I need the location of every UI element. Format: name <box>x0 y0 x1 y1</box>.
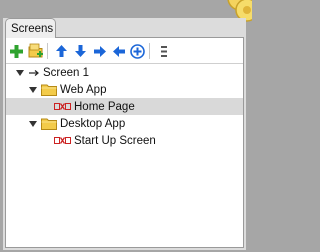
screens-toolbar <box>7 41 173 61</box>
move-down-button[interactable] <box>71 42 90 61</box>
tree-node-label: Desktop App <box>60 117 126 130</box>
tree-node-home-page[interactable]: Home Page <box>6 98 243 115</box>
tree-node-label: Start Up Screen <box>74 134 156 147</box>
folder-icon <box>41 117 57 130</box>
move-right-button[interactable] <box>90 42 109 61</box>
arrow-right-icon <box>93 45 106 57</box>
move-left-button[interactable] <box>109 42 128 61</box>
screens-tree: Screen 1 Web App Home Page Desktop App S… <box>6 64 243 149</box>
screens-panel-window: Screens Screen 1 Web App Home Page Deskt… <box>0 0 252 252</box>
toolbar-separator <box>47 43 48 59</box>
add-screen-button[interactable] <box>7 42 26 61</box>
tree-node-label: Home Page <box>74 100 135 113</box>
plus-icon <box>10 44 23 58</box>
toolbar-separator <box>149 43 150 59</box>
add-folder-button[interactable] <box>26 42 45 61</box>
options-button[interactable] <box>154 42 173 61</box>
tab-screens[interactable]: Screens <box>5 18 56 38</box>
tree-node-desktop-app[interactable]: Desktop App <box>6 115 243 132</box>
expanded-triangle-icon[interactable] <box>28 119 38 129</box>
tree-node-label: Web App <box>60 83 107 96</box>
circle-plus-icon <box>130 43 145 59</box>
expanded-triangle-icon[interactable] <box>15 68 25 78</box>
tree-node-screen-1[interactable]: Screen 1 <box>6 64 243 81</box>
folder-icon <box>41 83 57 96</box>
arrow-up-icon <box>56 45 67 57</box>
expand-all-button[interactable] <box>128 42 147 61</box>
expanded-triangle-icon[interactable] <box>28 85 38 95</box>
move-up-button[interactable] <box>52 42 71 61</box>
screen-flow-arrow-icon <box>28 68 40 78</box>
tree-node-web-app[interactable]: Web App <box>6 81 243 98</box>
arrow-down-icon <box>75 45 86 57</box>
arrow-left-icon <box>112 45 125 57</box>
add-folder-icon <box>28 43 43 58</box>
tree-node-start-up-screen[interactable]: Start Up Screen <box>6 132 243 149</box>
tree-node-label: Screen 1 <box>43 66 90 79</box>
screen-link-icon <box>54 136 71 145</box>
grip-icon <box>160 45 167 57</box>
screen-link-icon <box>54 102 71 111</box>
